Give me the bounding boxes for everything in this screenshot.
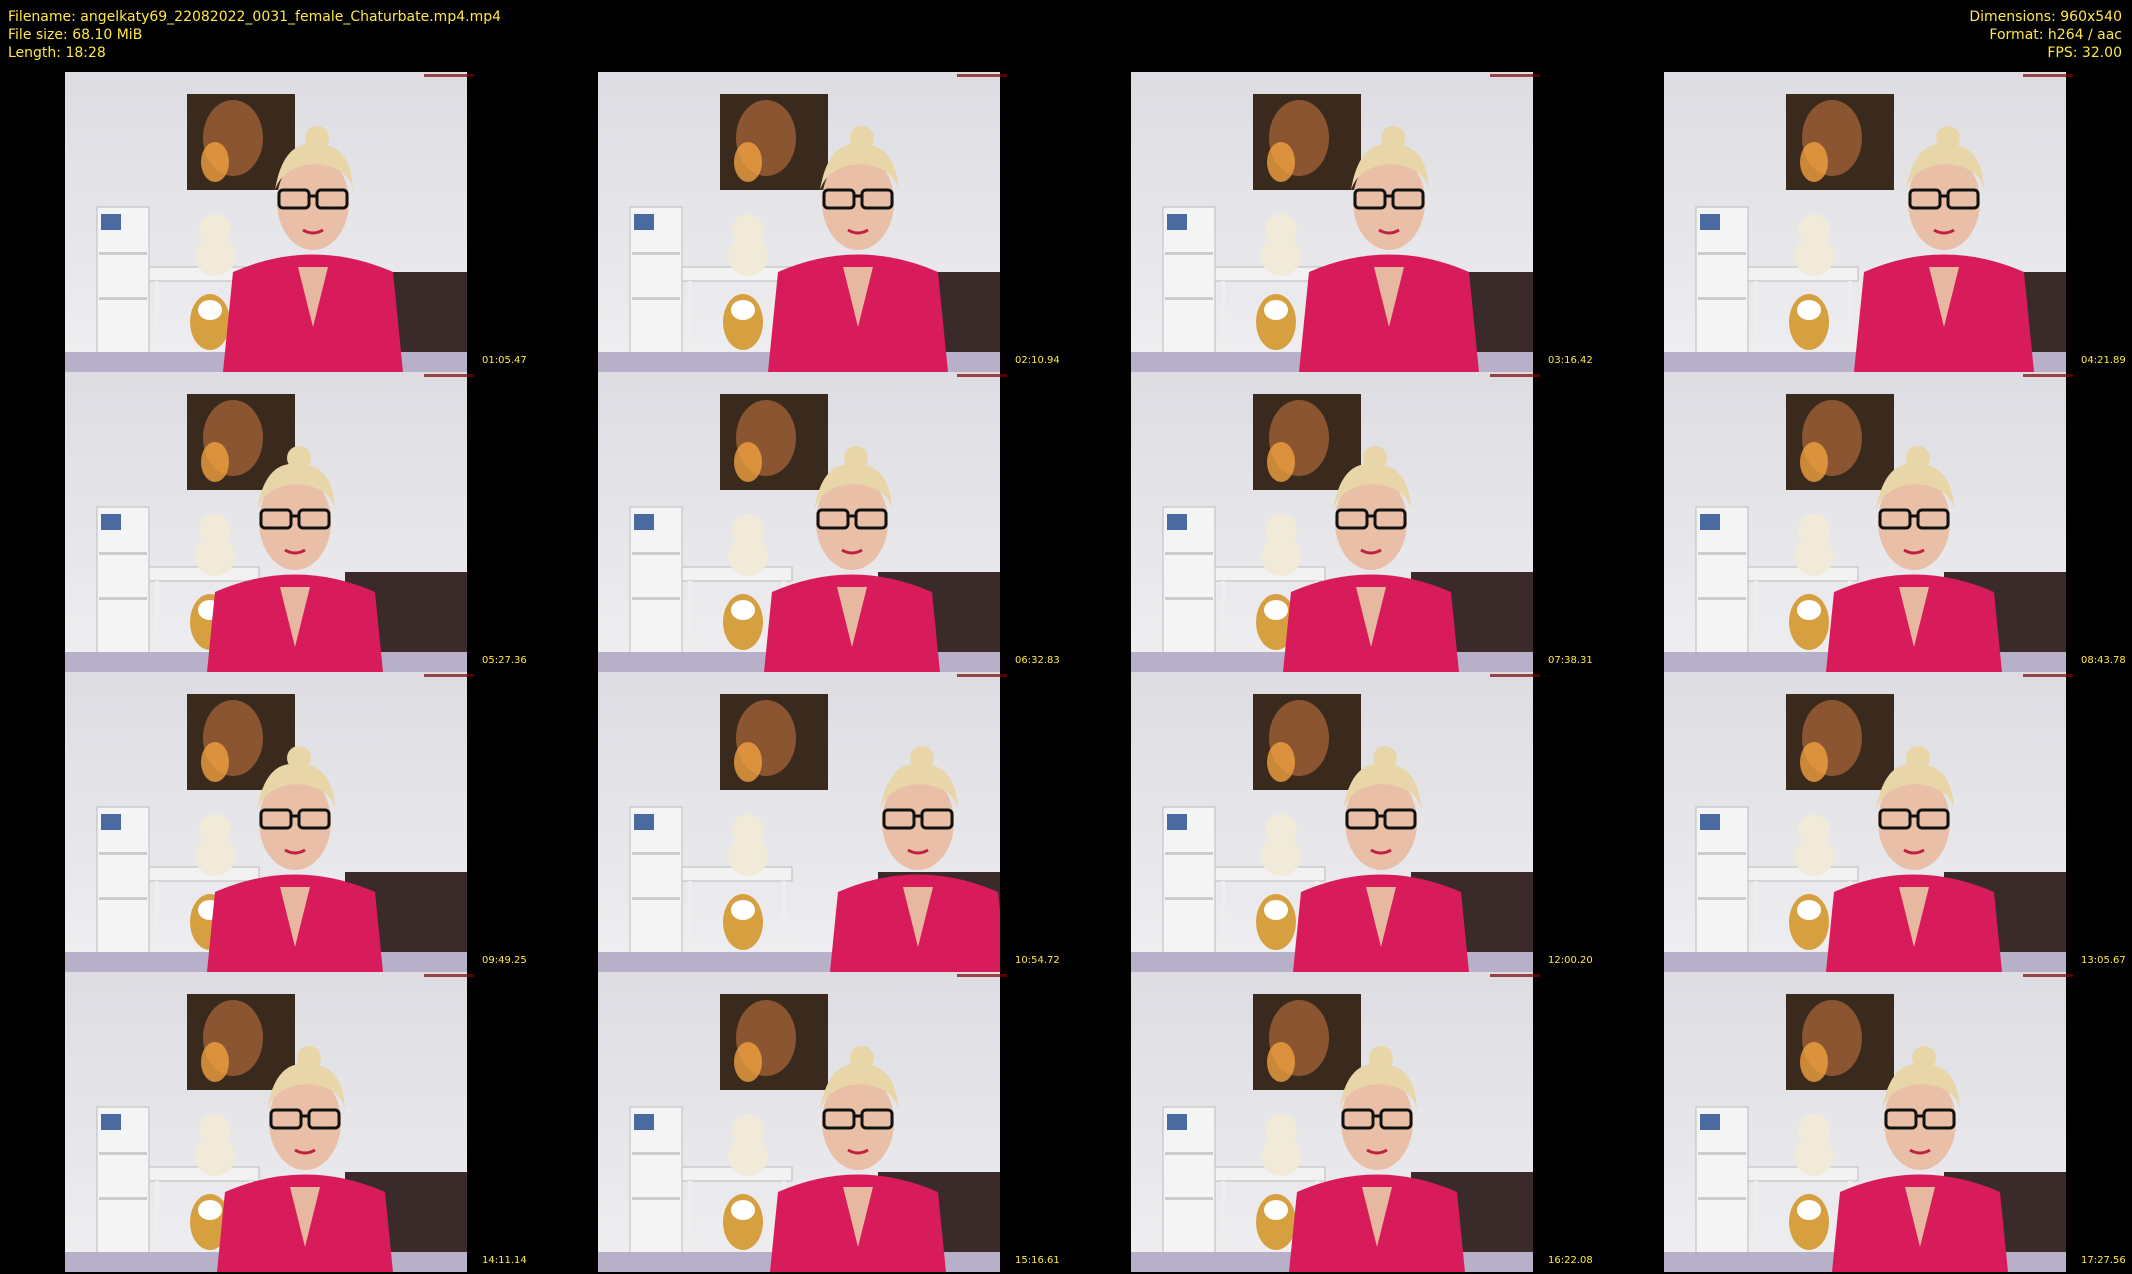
thumbnail-cell[interactable]: 12:00.20 [1066, 672, 1599, 972]
video-frame-thumbnail[interactable] [65, 372, 467, 672]
frame-image [598, 372, 1000, 672]
timestamp-label: 03:16.42 [1548, 355, 1593, 366]
watermark-mark [1490, 374, 1540, 377]
video-frame-thumbnail[interactable] [1131, 972, 1533, 1272]
frame-image [1664, 972, 2066, 1272]
watermark-mark [957, 974, 1007, 977]
watermark-mark [2023, 674, 2073, 677]
thumbnail-cell[interactable]: 13:05.67 [1599, 672, 2132, 972]
thumbnail-cell[interactable]: 06:32.83 [533, 372, 1066, 672]
frame-image [1131, 372, 1533, 672]
video-frame-thumbnail[interactable] [1664, 72, 2066, 372]
video-frame-thumbnail[interactable] [1664, 972, 2066, 1272]
video-frame-thumbnail[interactable] [598, 72, 1000, 372]
frame-image [598, 672, 1000, 972]
timestamp-label: 07:38.31 [1548, 655, 1593, 666]
timestamp-label: 13:05.67 [2081, 955, 2126, 966]
watermark-mark [424, 674, 474, 677]
video-frame-thumbnail[interactable] [1131, 372, 1533, 672]
thumbnail-cell[interactable]: 15:16.61 [533, 972, 1066, 1272]
dimensions-text: Dimensions: 960x540 [1969, 9, 2122, 25]
watermark-mark [1490, 674, 1540, 677]
frame-image [65, 972, 467, 1272]
timestamp-label: 14:11.14 [482, 1255, 527, 1266]
watermark-mark [424, 974, 474, 977]
frame-image [1131, 972, 1533, 1272]
video-frame-thumbnail[interactable] [1664, 672, 2066, 972]
timestamp-label: 01:05.47 [482, 355, 527, 366]
video-frame-thumbnail[interactable] [65, 972, 467, 1272]
frame-image [598, 972, 1000, 1272]
watermark-mark [957, 374, 1007, 377]
watermark-mark [2023, 374, 2073, 377]
thumbnail-cell[interactable]: 17:27.56 [1599, 972, 2132, 1272]
video-frame-thumbnail[interactable] [65, 72, 467, 372]
thumbnail-cell[interactable]: 03:16.42 [1066, 72, 1599, 372]
timestamp-label: 02:10.94 [1015, 355, 1060, 366]
timestamp-label: 04:21.89 [2081, 355, 2126, 366]
filesize-text: File size: 68.10 MiB [8, 27, 143, 43]
file-info-right: Dimensions: 960x540 Format: h264 / aac F… [1969, 8, 2122, 62]
length-text: Length: 18:28 [8, 45, 106, 61]
frame-image [1664, 72, 2066, 372]
video-frame-thumbnail[interactable] [598, 672, 1000, 972]
format-text: Format: h264 / aac [1989, 27, 2122, 43]
watermark-mark [957, 74, 1007, 77]
watermark-mark [424, 374, 474, 377]
thumbnail-cell[interactable]: 09:49.25 [0, 672, 533, 972]
thumbnail-cell[interactable]: 14:11.14 [0, 972, 533, 1272]
video-frame-thumbnail[interactable] [598, 372, 1000, 672]
video-frame-thumbnail[interactable] [1131, 72, 1533, 372]
thumbnail-cell[interactable]: 02:10.94 [533, 72, 1066, 372]
frame-image [1131, 672, 1533, 972]
frame-image [1664, 372, 2066, 672]
timestamp-label: 16:22.08 [1548, 1255, 1593, 1266]
frame-image [65, 372, 467, 672]
frame-image [65, 72, 467, 372]
thumbnail-cell[interactable]: 10:54.72 [533, 672, 1066, 972]
watermark-mark [1490, 974, 1540, 977]
timestamp-label: 12:00.20 [1548, 955, 1593, 966]
frame-image [598, 72, 1000, 372]
timestamp-label: 05:27.36 [482, 655, 527, 666]
timestamp-label: 09:49.25 [482, 955, 527, 966]
timestamp-label: 06:32.83 [1015, 655, 1060, 666]
video-frame-thumbnail[interactable] [598, 972, 1000, 1272]
watermark-mark [424, 74, 474, 77]
video-frame-thumbnail[interactable] [1664, 372, 2066, 672]
thumbnail-grid: 01:05.47 02:10.94 03:16.42 04:21.89 05:2… [0, 72, 2132, 1274]
thumbnail-cell[interactable]: 01:05.47 [0, 72, 533, 372]
thumbnail-cell[interactable]: 08:43.78 [1599, 372, 2132, 672]
watermark-mark [2023, 74, 2073, 77]
timestamp-label: 10:54.72 [1015, 955, 1060, 966]
timestamp-label: 17:27.56 [2081, 1255, 2126, 1266]
fps-text: FPS: 32.00 [2047, 45, 2122, 61]
frame-image [1664, 672, 2066, 972]
thumbnail-cell[interactable]: 04:21.89 [1599, 72, 2132, 372]
video-frame-thumbnail[interactable] [65, 672, 467, 972]
thumbnail-cell[interactable]: 16:22.08 [1066, 972, 1599, 1272]
frame-image [1131, 72, 1533, 372]
file-info-left: Filename: angelkaty69_22082022_0031_fema… [8, 8, 501, 62]
thumbnail-cell[interactable]: 07:38.31 [1066, 372, 1599, 672]
watermark-mark [957, 674, 1007, 677]
watermark-mark [1490, 74, 1540, 77]
watermark-mark [2023, 974, 2073, 977]
timestamp-label: 15:16.61 [1015, 1255, 1060, 1266]
filename-text: Filename: angelkaty69_22082022_0031_fema… [8, 9, 501, 25]
frame-image [65, 672, 467, 972]
thumbnail-cell[interactable]: 05:27.36 [0, 372, 533, 672]
timestamp-label: 08:43.78 [2081, 655, 2126, 666]
video-frame-thumbnail[interactable] [1131, 672, 1533, 972]
